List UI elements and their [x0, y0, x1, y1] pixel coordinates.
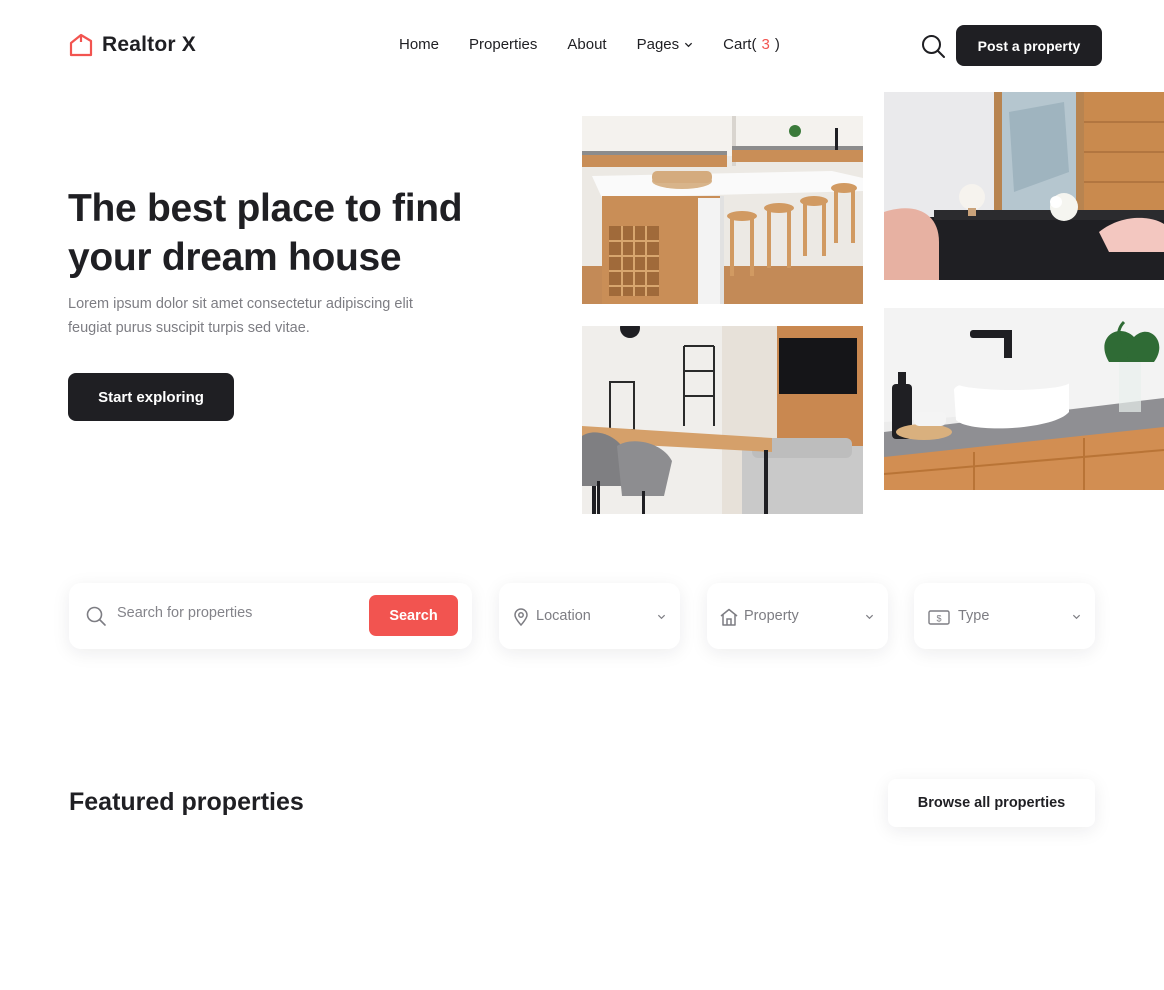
house-icon: [720, 608, 738, 626]
nav-cart-label: Cart(: [723, 36, 757, 53]
nav-properties[interactable]: Properties: [469, 36, 537, 53]
type-label: Type: [958, 608, 990, 624]
living-decor-photo: [884, 92, 1164, 280]
nav-cart[interactable]: Cart(3): [723, 36, 780, 53]
location-label: Location: [536, 608, 591, 624]
brand-logo[interactable]: Realtor X: [68, 32, 196, 58]
search-button[interactable]: Search: [369, 595, 458, 636]
dollar-bill-icon: $: [928, 610, 950, 625]
nav-home[interactable]: Home: [399, 36, 439, 53]
browse-all-button[interactable]: Browse all properties: [888, 779, 1095, 827]
type-select[interactable]: $ Type: [914, 583, 1095, 649]
chevron-down-icon: [657, 614, 666, 620]
search-icon[interactable]: [920, 33, 946, 59]
nav-pages-label: Pages: [636, 36, 680, 53]
svg-text:$: $: [936, 614, 941, 624]
nav-about[interactable]: About: [567, 36, 606, 53]
brand-name: Realtor X: [102, 33, 196, 56]
featured-title: Featured properties: [69, 788, 304, 816]
hero-subtitle: Lorem ipsum dolor sit amet consectetur a…: [68, 296, 413, 336]
location-select[interactable]: Location: [499, 583, 680, 649]
bathroom-photo: [884, 302, 1164, 490]
property-select[interactable]: Property: [707, 583, 888, 649]
cart-count-badge: 3: [761, 36, 770, 53]
hero-title: The best place to find your dream house: [68, 187, 463, 279]
kitchen-photo: [582, 116, 863, 304]
chevron-down-icon: [1072, 614, 1081, 620]
nav-cart-suffix: ): [774, 36, 780, 53]
start-exploring-button[interactable]: Start exploring: [68, 373, 234, 421]
search-input[interactable]: [117, 605, 357, 621]
house-logo-icon: [69, 33, 93, 57]
dining-room-photo: [582, 326, 863, 514]
post-property-button[interactable]: Post a property: [956, 25, 1102, 66]
chevron-down-icon: [865, 614, 874, 620]
search-icon: [86, 606, 106, 626]
nav-pages[interactable]: Pages: [637, 36, 694, 53]
main-nav: Home Properties About Pages Cart(3): [399, 36, 780, 53]
property-label: Property: [744, 608, 799, 624]
location-pin-icon: [514, 608, 528, 627]
search-bar: Search: [69, 583, 472, 649]
chevron-down-icon: [685, 42, 693, 48]
